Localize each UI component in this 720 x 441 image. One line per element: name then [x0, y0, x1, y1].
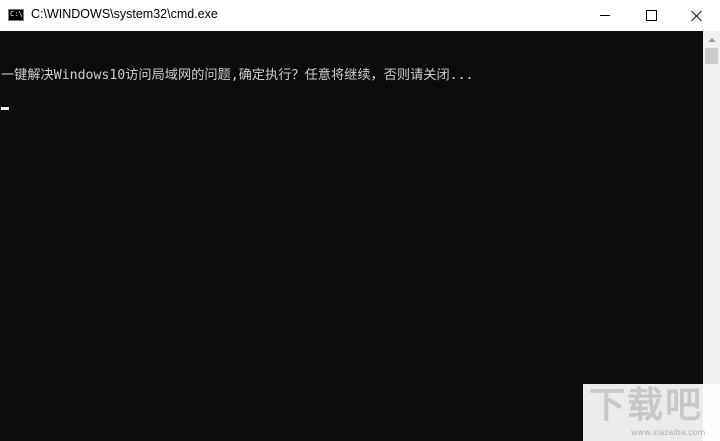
console-output-line: 一键解决Windows10访问局域网的问题,确定执行？任意将继续，否则请关闭..…	[1, 68, 474, 83]
maximize-button[interactable]	[628, 0, 674, 31]
scroll-thumb[interactable]	[705, 48, 718, 64]
watermark-logo-text: 下载吧	[589, 385, 704, 426]
watermark-url: www.xiazaiba.com	[631, 428, 706, 437]
watermark-logo: 下载吧 www.xiazaiba.com	[583, 384, 720, 441]
maximize-icon	[645, 10, 657, 21]
vertical-scrollbar[interactable]	[703, 31, 720, 441]
minimize-icon	[600, 15, 610, 16]
minimize-button[interactable]	[582, 0, 628, 31]
cmd-icon-label: C:\	[10, 10, 23, 18]
cmd-icon[interactable]: C:\	[8, 9, 24, 21]
close-button[interactable]	[674, 0, 720, 31]
close-icon	[691, 10, 703, 22]
text-cursor	[1, 107, 9, 110]
window-title: C:\WINDOWS\system32\cmd.exe	[31, 7, 218, 21]
title-bar[interactable]: C:\ C:\WINDOWS\system32\cmd.exe	[0, 0, 720, 31]
cmd-window: C:\ C:\WINDOWS\system32\cmd.exe 一键解决Wind…	[0, 0, 720, 441]
scroll-up-arrow-icon[interactable]	[703, 31, 720, 48]
console-area[interactable]: 一键解决Windows10访问局域网的问题,确定执行？任意将继续，否则请关闭..…	[0, 31, 703, 441]
